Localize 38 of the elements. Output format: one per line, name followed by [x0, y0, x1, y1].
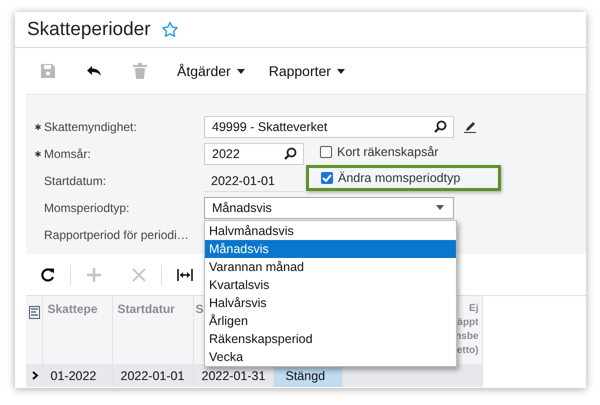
- menu-button[interactable]: Rapporter: [268, 63, 345, 79]
- dropdown-option[interactable]: Vecka: [205, 348, 456, 366]
- dropdown-option[interactable]: Varannan månad: [205, 258, 456, 276]
- fit-columns-icon[interactable]: [177, 266, 193, 282]
- field-label: Skattemyndighet:: [44, 120, 137, 134]
- checkmark-icon: [322, 174, 332, 182]
- caret-icon: [436, 205, 444, 210]
- refresh-icon[interactable]: [40, 266, 56, 282]
- caret-icon: [236, 68, 245, 74]
- dropdown-option[interactable]: Halvårsvis: [205, 294, 456, 312]
- dropdown-option[interactable]: Årligen: [205, 312, 456, 330]
- field-label: Startdatum:: [44, 174, 106, 188]
- row-view-icon: [29, 306, 40, 319]
- chevron-right-icon[interactable]: [30, 370, 39, 380]
- field-label: Rapportperiod för periodi…: [44, 228, 189, 242]
- table-cell: 2022-01-01: [112, 364, 193, 387]
- checkbox-label: Ändra momsperiodtyp: [338, 170, 460, 184]
- dropdown-option[interactable]: Kvartalsvis: [205, 276, 456, 294]
- caret-icon: [336, 68, 345, 74]
- dropdown-option[interactable]: Månadsvis: [205, 240, 456, 258]
- table-cell: 01-2022: [42, 364, 112, 387]
- checkbox[interactable]: [320, 146, 332, 158]
- lookup-field[interactable]: 49999 - Skatteverket: [204, 116, 454, 138]
- menu-button[interactable]: Åtgärder: [177, 63, 245, 79]
- dropdown-field[interactable]: Månadsvis: [204, 196, 454, 218]
- search-icon: [434, 120, 447, 133]
- star-icon[interactable]: [160, 20, 179, 38]
- field-value: 2022-01-01: [204, 170, 304, 192]
- dropdown-option[interactable]: Räkenskapsperiod: [205, 330, 456, 348]
- pencil-icon[interactable]: [464, 120, 476, 132]
- checkbox[interactable]: [321, 172, 333, 184]
- checkbox-label: Kort räkenskapsår: [337, 144, 438, 158]
- page-title: Skatteperioder: [27, 18, 151, 40]
- field-label: Momsperiodtyp:: [44, 200, 130, 214]
- search-icon: [284, 147, 297, 160]
- field-label: Momsår:: [44, 146, 91, 160]
- lookup-field[interactable]: 2022: [204, 142, 304, 164]
- dropdown-option[interactable]: Halvmånadsvis: [205, 222, 456, 240]
